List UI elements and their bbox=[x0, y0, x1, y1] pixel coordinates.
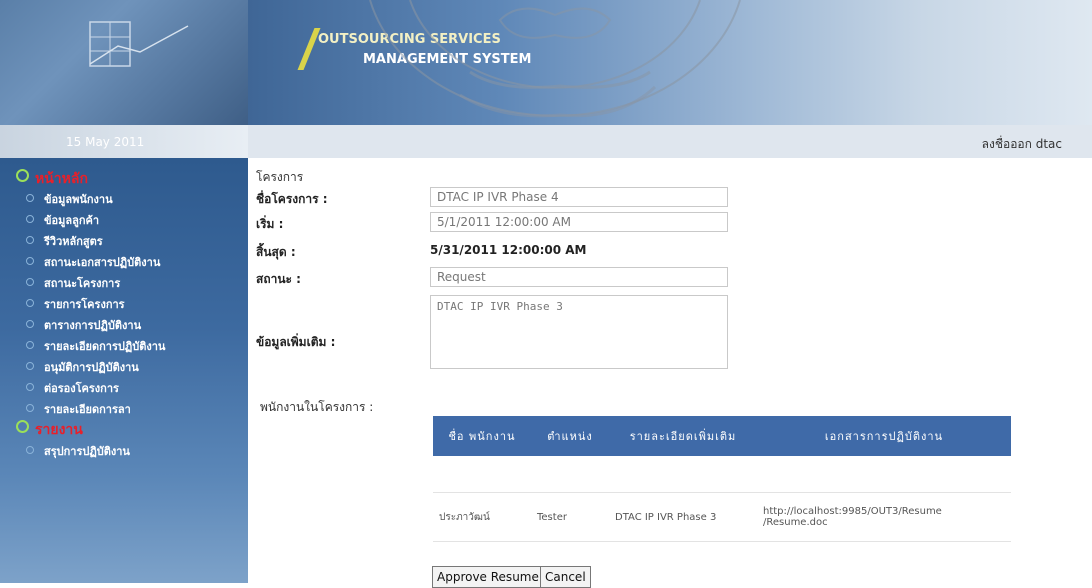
system-title-line2: MANAGEMENT SYSTEM bbox=[363, 52, 532, 67]
check-circle-icon bbox=[16, 169, 29, 182]
sidebar-item-label: ข้อมูลพนักงาน bbox=[44, 193, 113, 206]
menu-heading-label: รายงาน bbox=[35, 422, 83, 438]
sidebar-item-label: ข้อมูลลูกค้า bbox=[44, 214, 100, 227]
check-circle-icon bbox=[16, 420, 29, 433]
column-header-details: รายละเอียดเพิ่มเติม bbox=[609, 416, 757, 456]
employee-details-cell: DTAC IP IVR Phase 3 bbox=[609, 492, 757, 542]
sidebar-item-label: ตารางการปฏิบัติงาน bbox=[44, 319, 142, 332]
project-name-label: ชื่อโครงการ : bbox=[256, 192, 328, 206]
table-row: ประภาวัฒน์ Tester DTAC IP IVR Phase 3 ht… bbox=[433, 492, 1011, 542]
system-banner: OUTSOURCING SERVICES MANAGEMENT SYSTEM bbox=[248, 0, 1092, 125]
status-label: สถานะ : bbox=[256, 272, 301, 286]
date-panel: 15 May 2011 bbox=[0, 125, 248, 158]
end-date-value: 5/31/2011 12:00:00 AM bbox=[430, 243, 587, 257]
sidebar-item-work-summary[interactable]: สรุปการปฏิบัติงาน bbox=[26, 442, 130, 460]
section-title: โครงการ bbox=[256, 170, 304, 184]
sidebar-item-label: สถานะโครงการ bbox=[44, 277, 121, 290]
table-header-row: ชื่อ พนักงาน ตำแหน่ง รายละเอียดเพิ่มเติม… bbox=[433, 416, 1011, 456]
column-header-documents: เอกสารการปฏิบัติงาน bbox=[757, 416, 1011, 456]
sidebar-item-course-review[interactable]: รีวิวหลักสูตร bbox=[26, 232, 103, 250]
sidebar-item-document-status[interactable]: สถานะเอกสารปฏิบัติงาน bbox=[26, 253, 160, 271]
bullet-icon bbox=[26, 341, 34, 349]
sidebar-item-customer-info[interactable]: ข้อมูลลูกค้า bbox=[26, 211, 99, 229]
bullet-icon bbox=[26, 278, 34, 286]
bullet-icon bbox=[26, 362, 34, 370]
sidebar-item-label: อนุมัติการปฏิบัติงาน bbox=[44, 361, 139, 374]
sidebar-item-work-schedule[interactable]: ตารางการปฏิบัติงาน bbox=[26, 316, 141, 334]
employee-table: ชื่อ พนักงาน ตำแหน่ง รายละเอียดเพิ่มเติม… bbox=[433, 416, 1011, 542]
project-name-field[interactable] bbox=[430, 187, 728, 207]
table-spacer-row bbox=[433, 456, 1011, 493]
current-date: 15 May 2011 bbox=[66, 135, 145, 149]
status-bar: 15 May 2011 ลงชื่อออก dtac bbox=[0, 125, 1092, 158]
employee-name-cell: ประภาวัฒน์ bbox=[433, 492, 531, 542]
sidebar-item-label: รายการโครงการ bbox=[44, 298, 125, 311]
employee-position-cell: Tester bbox=[531, 492, 609, 542]
logo bbox=[0, 0, 248, 125]
column-header-position: ตำแหน่ง bbox=[531, 416, 609, 456]
sidebar-item-project-list[interactable]: รายการโครงการ bbox=[26, 295, 125, 313]
bullet-icon bbox=[26, 299, 34, 307]
main-content: โครงการ ชื่อโครงการ : เริ่ม : สิ้นสุด : … bbox=[256, 158, 1076, 588]
sidebar-item-approve-work[interactable]: อนุมัติการปฏิบัติงาน bbox=[26, 358, 139, 376]
header: OUTSOURCING SERVICES MANAGEMENT SYSTEM bbox=[0, 0, 1092, 125]
status-field[interactable] bbox=[430, 267, 728, 287]
cancel-button[interactable]: Cancel bbox=[540, 566, 591, 588]
start-date-field[interactable] bbox=[430, 212, 728, 232]
sidebar-item-label: สรุปการปฏิบัติงาน bbox=[44, 445, 130, 458]
sidebar-item-label: รายละเอียดการลา bbox=[44, 403, 131, 416]
sidebar-item-employee-info[interactable]: ข้อมูลพนักงาน bbox=[26, 190, 113, 208]
employees-section-label: พนักงานในโครงการ : bbox=[260, 400, 374, 414]
approve-resume-button[interactable]: Approve Resume bbox=[432, 566, 544, 588]
sidebar-item-label: ต่อรองโครงการ bbox=[44, 382, 119, 395]
logout-link[interactable]: ลงชื่อออก dtac bbox=[982, 135, 1062, 154]
system-title-line1: OUTSOURCING SERVICES bbox=[318, 32, 501, 47]
bullet-icon bbox=[26, 383, 34, 391]
menu-heading-home[interactable]: หน้าหลัก bbox=[16, 168, 88, 190]
sidebar: หน้าหลัก ข้อมูลพนักงาน ข้อมูลลูกค้า รีวิ… bbox=[0, 158, 248, 583]
employee-document-link[interactable]: http://localhost:9985/OUT3/Resume /Resum… bbox=[757, 492, 1011, 542]
bullet-icon bbox=[26, 257, 34, 265]
bullet-icon bbox=[26, 194, 34, 202]
bullet-icon bbox=[26, 446, 34, 454]
bullet-icon bbox=[26, 215, 34, 223]
sidebar-item-label: สถานะเอกสารปฏิบัติงาน bbox=[44, 256, 161, 269]
menu-heading-reports[interactable]: รายงาน bbox=[16, 419, 83, 441]
column-header-name: ชื่อ พนักงาน bbox=[433, 416, 531, 456]
menu-heading-label: หน้าหลัก bbox=[35, 171, 88, 187]
extra-info-field[interactable]: DTAC IP IVR Phase 3 bbox=[430, 295, 728, 369]
sidebar-item-work-details[interactable]: รายละเอียดการปฏิบัติงาน bbox=[26, 337, 165, 355]
bullet-icon bbox=[26, 236, 34, 244]
sidebar-item-project-status[interactable]: สถานะโครงการ bbox=[26, 274, 120, 292]
end-label: สิ้นสุด : bbox=[256, 245, 296, 259]
sidebar-item-label: รายละเอียดการปฏิบัติงาน bbox=[44, 340, 166, 353]
bullet-icon bbox=[26, 320, 34, 328]
start-label: เริ่ม : bbox=[256, 217, 284, 231]
sidebar-item-leave-details[interactable]: รายละเอียดการลา bbox=[26, 400, 131, 418]
sidebar-item-label: รีวิวหลักสูตร bbox=[44, 235, 103, 248]
bullet-icon bbox=[26, 404, 34, 412]
chart-logo-icon bbox=[89, 21, 189, 67]
sidebar-item-negotiate-project[interactable]: ต่อรองโครงการ bbox=[26, 379, 119, 397]
extra-info-label: ข้อมูลเพิ่มเติม : bbox=[256, 335, 336, 349]
